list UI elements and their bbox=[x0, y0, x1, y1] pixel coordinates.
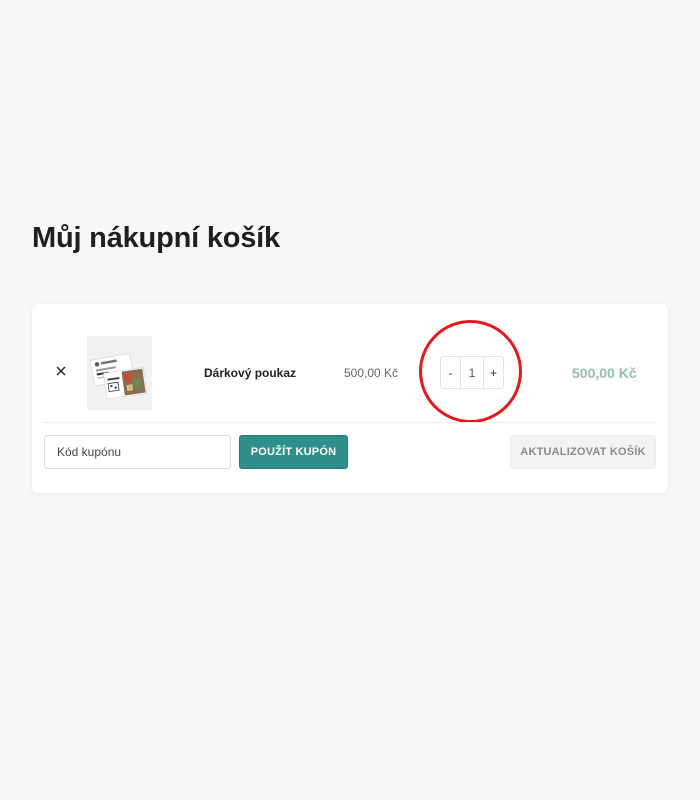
product-subtotal: 500,00 Kč bbox=[572, 365, 637, 381]
product-price: 500,00 Kč bbox=[344, 366, 399, 380]
divider bbox=[44, 422, 656, 423]
quantity-input[interactable]: 1 bbox=[460, 357, 484, 388]
coupon-code-input[interactable] bbox=[44, 435, 231, 469]
close-icon[interactable] bbox=[54, 364, 68, 378]
page-title: Můj nákupní košík bbox=[32, 222, 280, 254]
update-cart-button[interactable]: AKTUALIZOVAT KOŠÍK bbox=[510, 435, 656, 469]
quantity-decrement-button[interactable]: - bbox=[441, 357, 460, 388]
apply-coupon-button[interactable]: POUŽÍT KUPÓN bbox=[239, 435, 348, 469]
product-thumbnail[interactable] bbox=[87, 336, 152, 410]
quantity-increment-button[interactable]: + bbox=[484, 357, 503, 388]
cart-table: Dárkový poukaz 500,00 Kč - 1 + 500,00 Kč… bbox=[32, 304, 668, 493]
quantity-stepper[interactable]: - 1 + bbox=[440, 356, 504, 389]
product-name[interactable]: Dárkový poukaz bbox=[204, 366, 296, 380]
